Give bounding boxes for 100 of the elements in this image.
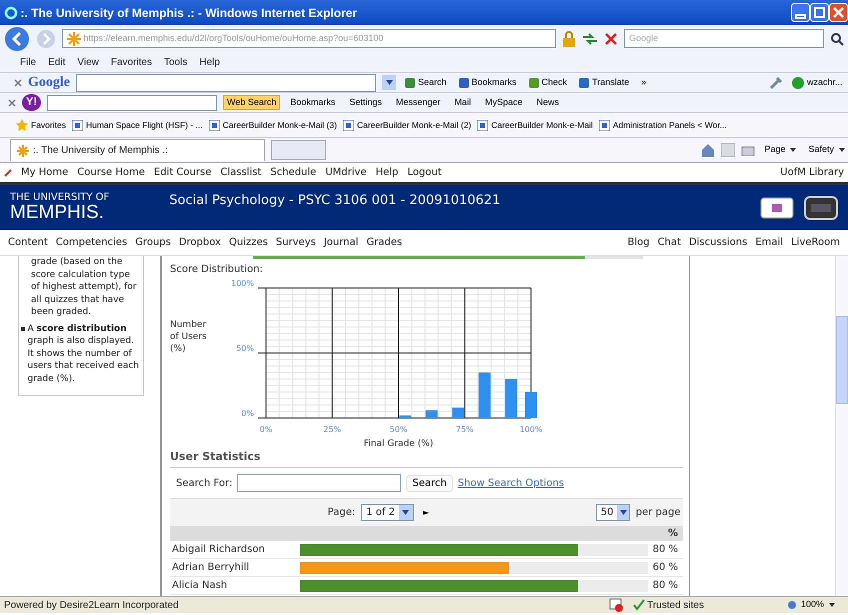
browser-tab[interactable]: :. The University of Memphis .: xyxy=(10,139,265,161)
caret-icon xyxy=(790,148,796,152)
toolbar-button[interactable]: Messenger xyxy=(392,94,444,110)
lock-icon xyxy=(562,30,576,46)
toolbar-button[interactable]: News xyxy=(532,94,563,110)
tick-label: 50% xyxy=(390,424,408,434)
menu-item[interactable]: Tools xyxy=(164,54,188,70)
logo-text: MEMPHIS. xyxy=(10,203,105,222)
dropdown-arrow-icon[interactable] xyxy=(620,510,627,515)
dropdown-arrow-icon[interactable] xyxy=(386,80,392,85)
zoom-button[interactable]: 100% xyxy=(784,598,838,612)
scrollbar[interactable] xyxy=(835,256,848,596)
favorite-link[interactable]: CareerBuilder Monk-e-Mail (3) xyxy=(206,118,339,132)
toolbar-search-field[interactable] xyxy=(47,94,217,110)
toolbar-button[interactable]: Translate xyxy=(576,76,632,90)
toolbar-logo: Google xyxy=(28,74,70,92)
caret-icon xyxy=(839,148,845,152)
menu-item[interactable]: Favorites xyxy=(110,54,152,70)
nav-link[interactable]: Competencies xyxy=(56,235,128,250)
tick-label: 75% xyxy=(456,424,474,434)
command-button[interactable]: Page xyxy=(761,143,800,157)
axis-label: Number of Users (%) xyxy=(170,318,208,356)
menu-item[interactable]: File xyxy=(20,54,36,70)
nav-link[interactable]: LiveRoom xyxy=(791,235,840,250)
stop-button[interactable] xyxy=(604,32,618,46)
menu-item[interactable]: Edit xyxy=(48,54,66,70)
home-icon[interactable] xyxy=(701,143,716,157)
favorite-link[interactable]: Administration Panels < Wor... xyxy=(596,118,729,132)
nav-link[interactable]: My Home xyxy=(21,165,68,180)
nav-link[interactable]: Logout xyxy=(407,165,442,180)
toolbar-button[interactable]: » xyxy=(638,76,650,90)
nav-link[interactable]: UofM Library xyxy=(780,165,844,180)
nav-link[interactable]: Help xyxy=(376,165,398,180)
message-icon[interactable] xyxy=(760,196,794,218)
nav-link[interactable]: Journal xyxy=(324,235,358,250)
command-button[interactable]: Safety xyxy=(805,143,848,157)
search-input[interactable] xyxy=(237,474,402,492)
nav-link[interactable]: Email xyxy=(755,235,784,250)
nav-link[interactable]: Classlist xyxy=(220,165,262,180)
nav-link[interactable]: Blog xyxy=(627,235,650,250)
favorites-button[interactable]: Favorites xyxy=(14,118,68,132)
toolbar-button[interactable]: Mail xyxy=(450,94,475,110)
nav-link[interactable]: Course Home xyxy=(77,165,145,180)
next-page-button[interactable]: ► xyxy=(420,506,432,518)
search-options-link[interactable]: Show Search Options xyxy=(458,476,564,490)
search-icon[interactable] xyxy=(830,32,844,46)
nav-link[interactable]: Groups xyxy=(135,235,171,250)
toolbar-button[interactable]: Settings xyxy=(345,94,386,110)
page-icon xyxy=(17,144,29,156)
help-text: grade (based on the score calculation type of highest attempt), for all quizzes that have been graded. xyxy=(31,256,138,318)
nav-link[interactable]: Schedule xyxy=(270,165,316,180)
favorite-link[interactable]: CareerBuilder Monk-e-Mail xyxy=(475,118,595,132)
toolbar-search-field[interactable] xyxy=(76,74,376,92)
bar xyxy=(426,410,438,418)
menu-item[interactable]: Help xyxy=(199,54,220,70)
page-icon xyxy=(72,120,83,130)
nav-link[interactable]: Chat xyxy=(658,235,681,250)
close-icon[interactable] xyxy=(8,98,16,106)
favorite-link[interactable]: CareerBuilder Monk-e-Mail (2) xyxy=(340,118,474,132)
wrench-icon[interactable] xyxy=(768,76,783,90)
per-page-select[interactable]: 50 xyxy=(596,504,630,521)
page-select[interactable]: 1 of 2 xyxy=(361,504,414,521)
section-title: User Statistics xyxy=(170,448,683,468)
close-icon[interactable] xyxy=(14,78,22,86)
back-button[interactable] xyxy=(4,26,30,52)
maximize-button[interactable] xyxy=(810,3,829,22)
nav-link[interactable]: Content xyxy=(8,235,48,250)
nav-link[interactable]: Quizzes xyxy=(228,235,268,250)
nav-link[interactable]: Grades xyxy=(366,235,402,250)
field-label: Search For: xyxy=(176,476,232,490)
nav-link[interactable]: Dropbox xyxy=(178,235,221,250)
toolbar-icon xyxy=(405,78,415,88)
toolbar-button[interactable]: Web Search xyxy=(223,94,280,110)
nav-link[interactable]: Edit Course xyxy=(154,165,212,180)
search-button[interactable]: Search xyxy=(406,474,453,492)
toolbar-button[interactable]: Check xyxy=(526,76,570,90)
toolbar-icon xyxy=(528,78,539,88)
menu-item[interactable]: View xyxy=(77,54,99,70)
account-button[interactable]: wzachr... xyxy=(788,76,846,90)
page-icon xyxy=(208,120,220,130)
tick-label: 100% xyxy=(231,278,254,288)
device-icon[interactable] xyxy=(804,196,838,220)
nav-link[interactable]: Discussions xyxy=(688,235,748,250)
nav-link[interactable]: Surveys xyxy=(276,235,316,250)
status-icon xyxy=(792,76,804,88)
axis-label: Final Grade (%) xyxy=(364,438,434,448)
pencil-icon xyxy=(4,168,12,176)
favorite-link[interactable]: Human Space Flight (HSF) - ... xyxy=(70,118,205,132)
zone-text: Trusted sites xyxy=(632,598,704,612)
page-icon xyxy=(477,120,488,130)
refresh-button[interactable] xyxy=(582,32,598,46)
toolbar-button[interactable]: MySpace xyxy=(480,94,526,110)
page-icon xyxy=(67,32,81,46)
nav-link[interactable]: UMdrive xyxy=(325,165,367,180)
close-button[interactable] xyxy=(829,3,848,22)
minimize-button[interactable] xyxy=(791,3,810,22)
toolbar-button[interactable]: Search xyxy=(402,76,450,90)
dropdown-arrow-icon[interactable] xyxy=(402,510,410,515)
toolbar-button[interactable]: Bookmarks xyxy=(286,94,340,110)
toolbar-button[interactable]: Bookmarks xyxy=(456,76,520,90)
